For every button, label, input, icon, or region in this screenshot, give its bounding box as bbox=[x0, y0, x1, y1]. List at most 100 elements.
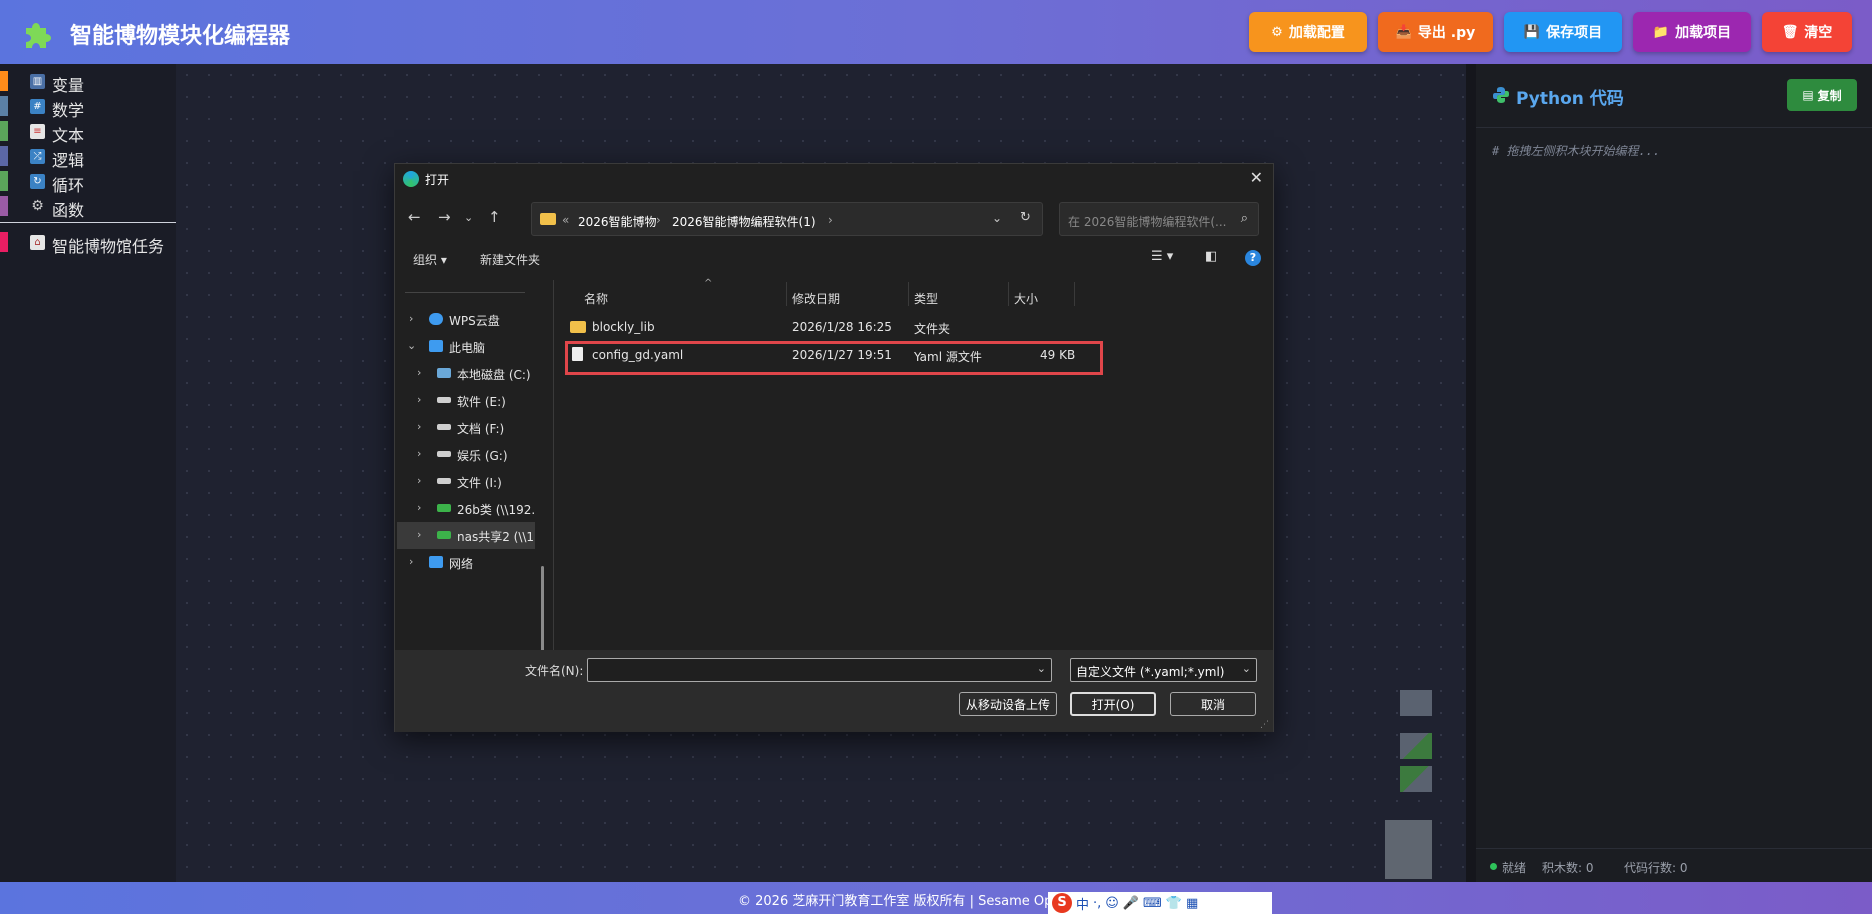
clear-button[interactable]: 🗑 清空 bbox=[1762, 12, 1852, 52]
breadcrumb-item[interactable]: 2026智能博物 bbox=[578, 213, 657, 230]
selection-highlight bbox=[565, 341, 1103, 375]
status-bar: 就绪 积木数: 0 代码行数: 0 bbox=[1476, 848, 1872, 882]
chevron-right-icon[interactable]: › bbox=[409, 555, 413, 568]
cancel-button[interactable]: 取消 bbox=[1170, 692, 1256, 716]
chevron-down-icon[interactable]: ⌄ bbox=[407, 339, 416, 352]
category-variables[interactable]: ▥ 变量 bbox=[0, 69, 176, 95]
load-config-button[interactable]: ⚙ 加载配置 bbox=[1249, 12, 1367, 52]
zoom-out-control[interactable] bbox=[1400, 766, 1432, 792]
network-drive-icon bbox=[437, 504, 451, 512]
filetype-select[interactable]: 自定义文件 (*.yaml;*.yml) ⌄ bbox=[1070, 658, 1257, 682]
chevron-right-icon[interactable]: › bbox=[417, 366, 421, 379]
dialog-title: 打开 bbox=[425, 173, 450, 187]
code-output[interactable]: # 拖拽左侧积木块开始编程... bbox=[1492, 142, 1660, 159]
nav-item-drive-f[interactable]: › 文档 (F:) bbox=[395, 414, 535, 441]
open-button[interactable]: 打开(O) bbox=[1070, 692, 1156, 716]
status-block-count: 积木数: 0 bbox=[1542, 861, 1594, 875]
puzzle-icon bbox=[26, 23, 51, 48]
export-py-button[interactable]: 📥 导出 .py bbox=[1378, 12, 1493, 52]
nav-item-drive-g[interactable]: › 娱乐 (G:) bbox=[395, 441, 535, 468]
chevron-right-icon[interactable]: › bbox=[409, 312, 413, 325]
up-arrow-icon[interactable]: ↑ bbox=[488, 208, 501, 226]
museum-icon: ⌂ bbox=[30, 235, 45, 250]
search-input[interactable]: 在 2026智能博物编程软件(... ⌕ bbox=[1059, 202, 1259, 236]
navigation-pane: › WPS云盘 ⌄ 此电脑 › 本地磁盘 (C:) › 软件 (E:) › 文档… bbox=[395, 280, 553, 696]
filename-label: 文件名(N): bbox=[525, 664, 584, 678]
view-list-icon[interactable]: ☰ ▾ bbox=[1151, 249, 1173, 264]
resize-grip-icon[interactable]: ⋰ bbox=[1260, 720, 1269, 730]
category-loops[interactable]: ↻ 循环 bbox=[0, 169, 176, 195]
app-title: 智能博物模块化编程器 bbox=[70, 24, 291, 49]
category-math[interactable]: # 数学 bbox=[0, 94, 176, 120]
category-functions[interactable]: ⚙ 函数 bbox=[0, 194, 176, 220]
category-museum-tasks[interactable]: ⌂ 智能博物馆任务 bbox=[0, 230, 176, 256]
drive-icon bbox=[437, 424, 451, 430]
folder-icon bbox=[540, 213, 556, 225]
file-list: 名称 ^ 修改日期 类型 大小 blockly_lib 2026/1/28 16… bbox=[554, 278, 1273, 660]
copy-button[interactable]: ▤ 复制 bbox=[1787, 79, 1857, 111]
nav-item-network-share-26b[interactable]: › 26b类 (\\192. bbox=[395, 495, 535, 522]
filename-input[interactable]: ⌄ bbox=[587, 658, 1052, 682]
chevron-right-icon[interactable]: › bbox=[417, 393, 421, 406]
ime-lang[interactable]: 中 bbox=[1076, 894, 1089, 913]
load-project-button[interactable]: 📁 加载项目 bbox=[1633, 12, 1751, 52]
category-logic[interactable]: ⤮ 逻辑 bbox=[0, 144, 176, 170]
app-header: 智能博物模块化编程器 ⚙ 加载配置 📥 导出 .py 💾 保存项目 📁 加载项目… bbox=[0, 0, 1872, 64]
breadcrumb-separator-icon: › bbox=[828, 213, 833, 227]
ime-toolbar[interactable]: S 中 ·, ☺ 🎤 ⌨ 👕 ▦ bbox=[1048, 892, 1272, 914]
footer: © 2026 芝麻开门教育工作室 版权所有 | Sesame Open Ec bbox=[0, 882, 1872, 914]
nav-item-drive-e[interactable]: › 软件 (E:) bbox=[395, 387, 535, 414]
sort-ascending-icon: ^ bbox=[704, 278, 713, 289]
new-folder-button[interactable]: 新建文件夹 bbox=[480, 251, 540, 268]
numbers-icon: # bbox=[30, 99, 45, 114]
trashcan-control[interactable] bbox=[1385, 820, 1432, 879]
drive-icon bbox=[437, 368, 451, 378]
nav-item-drive-c[interactable]: › 本地磁盘 (C:) bbox=[395, 360, 535, 387]
zoom-reset-control[interactable] bbox=[1400, 690, 1432, 716]
organize-menu[interactable]: 组织 ▾ bbox=[413, 251, 447, 268]
chevron-down-icon[interactable]: ⌄ bbox=[992, 211, 1002, 225]
emoji-icon[interactable]: ☺ bbox=[1105, 896, 1119, 911]
category-text[interactable]: ≡ 文本 bbox=[0, 119, 176, 145]
preview-pane-icon[interactable]: ◧ bbox=[1205, 249, 1217, 264]
chevron-right-icon[interactable]: › bbox=[417, 447, 421, 460]
grid-icon[interactable]: ▦ bbox=[1186, 896, 1198, 911]
column-header-size[interactable]: 大小 bbox=[1014, 290, 1038, 307]
forward-arrow-icon[interactable]: → bbox=[438, 208, 451, 226]
workspace-splitter[interactable] bbox=[1466, 64, 1476, 882]
file-row-blockly-lib[interactable]: blockly_lib 2026/1/28 16:25 文件夹 bbox=[564, 316, 1104, 338]
chevron-right-icon[interactable]: › bbox=[417, 501, 421, 514]
chevron-right-icon[interactable]: › bbox=[417, 474, 421, 487]
chevron-right-icon[interactable]: › bbox=[417, 420, 421, 433]
column-header-name[interactable]: 名称 bbox=[584, 290, 608, 307]
navigation-row: ← → ⌄ ↑ « 2026智能博物 › 2026智能博物编程软件(1) › ⌄… bbox=[395, 200, 1273, 236]
chevron-down-icon[interactable]: ⌄ bbox=[1037, 662, 1046, 675]
computer-icon bbox=[429, 340, 443, 352]
save-project-button[interactable]: 💾 保存项目 bbox=[1504, 12, 1622, 52]
help-icon[interactable]: ? bbox=[1245, 250, 1261, 266]
back-arrow-icon[interactable]: ← bbox=[408, 208, 421, 226]
breadcrumb-item[interactable]: 2026智能博物编程软件(1) bbox=[672, 213, 816, 230]
column-header-type[interactable]: 类型 bbox=[914, 290, 938, 307]
keyboard-icon[interactable]: ⌨ bbox=[1143, 896, 1162, 911]
dialog-titlebar[interactable]: 打开 ✕ bbox=[395, 164, 1273, 194]
ime-punct[interactable]: ·, bbox=[1093, 896, 1101, 911]
zoom-in-control[interactable] bbox=[1400, 733, 1432, 759]
nav-item-network[interactable]: › 网络 bbox=[395, 549, 535, 576]
gear-icon: ⚙ bbox=[1271, 24, 1283, 40]
trash-icon: 🗑 bbox=[1781, 24, 1799, 40]
nav-item-drive-i[interactable]: › 文件 (I:) bbox=[395, 468, 535, 495]
nav-item-network-share-nas[interactable]: › nas共享2 (\\1 bbox=[397, 522, 535, 549]
shirt-icon[interactable]: 👕 bbox=[1166, 896, 1182, 911]
breadcrumb-separator-icon: › bbox=[656, 213, 661, 227]
mic-icon[interactable]: 🎤 bbox=[1123, 896, 1139, 911]
chevron-down-icon[interactable]: ⌄ bbox=[464, 211, 473, 224]
refresh-icon[interactable]: ↻ bbox=[1020, 210, 1031, 225]
chevron-right-icon[interactable]: › bbox=[417, 528, 421, 541]
column-header-date[interactable]: 修改日期 bbox=[792, 290, 840, 307]
address-bar[interactable]: « 2026智能博物 › 2026智能博物编程软件(1) › ⌄ ↻ bbox=[531, 202, 1043, 236]
upload-from-device-button[interactable]: 从移动设备上传 bbox=[959, 692, 1057, 716]
nav-item-wps-cloud[interactable]: › WPS云盘 bbox=[395, 306, 535, 333]
nav-item-this-pc[interactable]: ⌄ 此电脑 bbox=[395, 333, 535, 360]
close-icon[interactable]: ✕ bbox=[1250, 168, 1263, 187]
